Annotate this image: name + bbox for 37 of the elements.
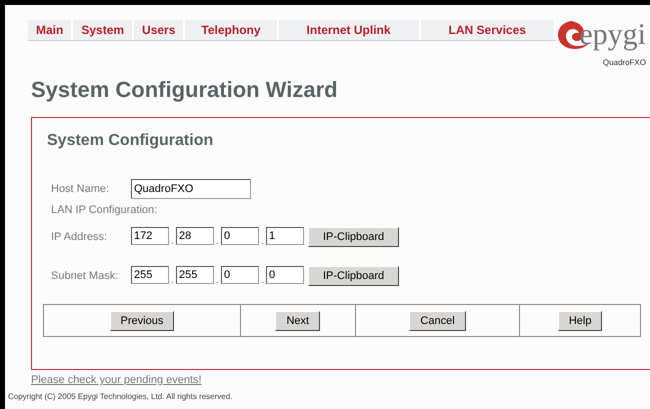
dot-separator: . [170,236,175,247]
wizard-button[interactable]: Cancel [409,310,466,330]
clipboard-button[interactable]: IP-Clipboard [308,266,400,286]
dot-separator: . [215,275,220,286]
brand-logo: epygi [579,18,646,52]
section-label: LAN IP Configuration: [51,204,158,216]
model-name: QuadroFXO [602,58,646,67]
wizard-button[interactable]: Previous [110,310,174,330]
menu-tab[interactable]: Users [134,20,186,40]
wizard-button[interactable]: Next [275,310,320,330]
panel-title: System Configuration [47,132,214,150]
menu-tab[interactable]: System [73,20,134,40]
field-label: IP Address: [51,231,108,243]
menu-tab[interactable]: Internet Uplink [278,20,421,40]
menu-tab[interactable]: Telephony [185,20,279,40]
dot-separator: . [215,236,220,247]
octet-field[interactable]: 0 [221,227,259,245]
menu-tab[interactable]: Main [28,20,74,40]
octet-field[interactable]: 0 [221,266,259,284]
octet-field[interactable]: 172 [131,227,169,245]
octet-field[interactable]: 0 [266,266,304,284]
copyright-text: Copyright (C) 2005 Epygi Technologies, Ltd. All rights reserved. [8,392,234,401]
field-label: Subnet Mask: [51,270,120,282]
octet-field[interactable]: 28 [176,227,214,245]
octet-field[interactable]: 1 [266,227,304,245]
pending-events-link[interactable]: Please check your pending events! [31,374,202,386]
page-title: System Configuration Wizard [31,76,339,104]
dot-separator: . [170,275,175,286]
clipboard-button[interactable]: IP-Clipboard [308,227,400,247]
field-label: Host Name: [51,183,110,195]
host-name-field[interactable]: QuadroFXO [131,179,251,199]
dot-separator: . [260,275,265,286]
menu-tab[interactable]: LAN Services [420,20,556,40]
wizard-button[interactable]: Help [558,310,602,330]
octet-field[interactable]: 255 [131,266,169,284]
octet-field[interactable]: 255 [176,266,214,284]
dot-separator: . [260,236,265,247]
